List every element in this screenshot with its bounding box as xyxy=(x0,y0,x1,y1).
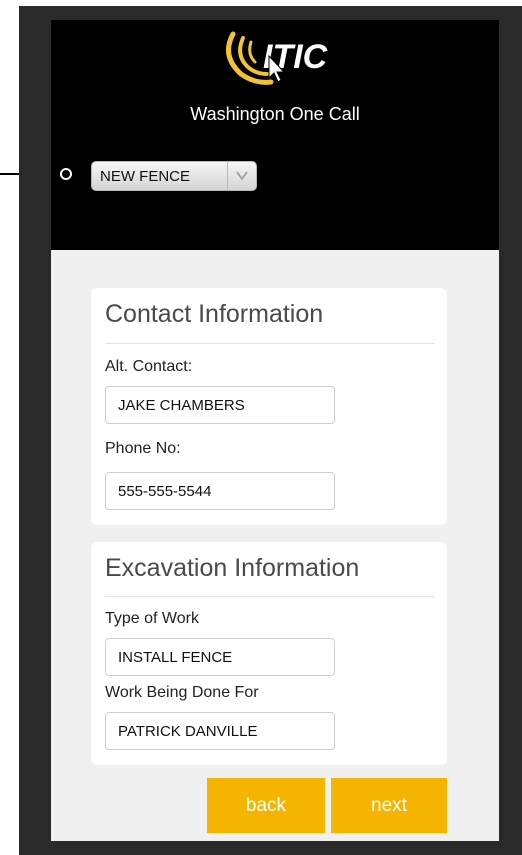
type-select[interactable]: NEW FENCE xyxy=(91,161,257,191)
type-of-work-input[interactable] xyxy=(105,638,335,676)
app-title: Washington One Call xyxy=(190,104,360,124)
device-frame: ITIC Washington One Call NEW FENCE Conta… xyxy=(19,6,522,855)
type-select-value: NEW FENCE xyxy=(100,167,190,185)
excavation-information-title: Excavation Information xyxy=(105,554,360,582)
chevron-down-icon xyxy=(227,162,256,190)
itic-logo: ITIC xyxy=(226,31,328,85)
card-divider xyxy=(105,596,435,597)
callout-dot xyxy=(60,168,72,180)
excavation-information-card: Excavation Information Type of Work Work… xyxy=(91,542,447,765)
canvas: ITIC Washington One Call NEW FENCE Conta… xyxy=(0,0,522,855)
app-header: ITIC Washington One Call NEW FENCE xyxy=(51,20,499,250)
phone-input[interactable] xyxy=(105,472,335,510)
phone-label: Phone No: xyxy=(105,440,181,457)
form-content: Contact Information Alt. Contact: Phone … xyxy=(51,250,499,841)
next-button[interactable]: next xyxy=(331,778,447,833)
card-divider xyxy=(105,343,435,344)
contact-information-title: Contact Information xyxy=(105,300,324,328)
alt-contact-input[interactable] xyxy=(105,386,335,424)
type-of-work-label: Type of Work xyxy=(105,610,199,627)
contact-information-card: Contact Information Alt. Contact: Phone … xyxy=(91,288,447,525)
app-screen: ITIC Washington One Call NEW FENCE Conta… xyxy=(51,20,499,841)
work-for-input[interactable] xyxy=(105,712,335,750)
back-button[interactable]: back xyxy=(207,778,325,833)
work-for-label: Work Being Done For xyxy=(105,684,259,701)
alt-contact-label: Alt. Contact: xyxy=(105,358,193,375)
